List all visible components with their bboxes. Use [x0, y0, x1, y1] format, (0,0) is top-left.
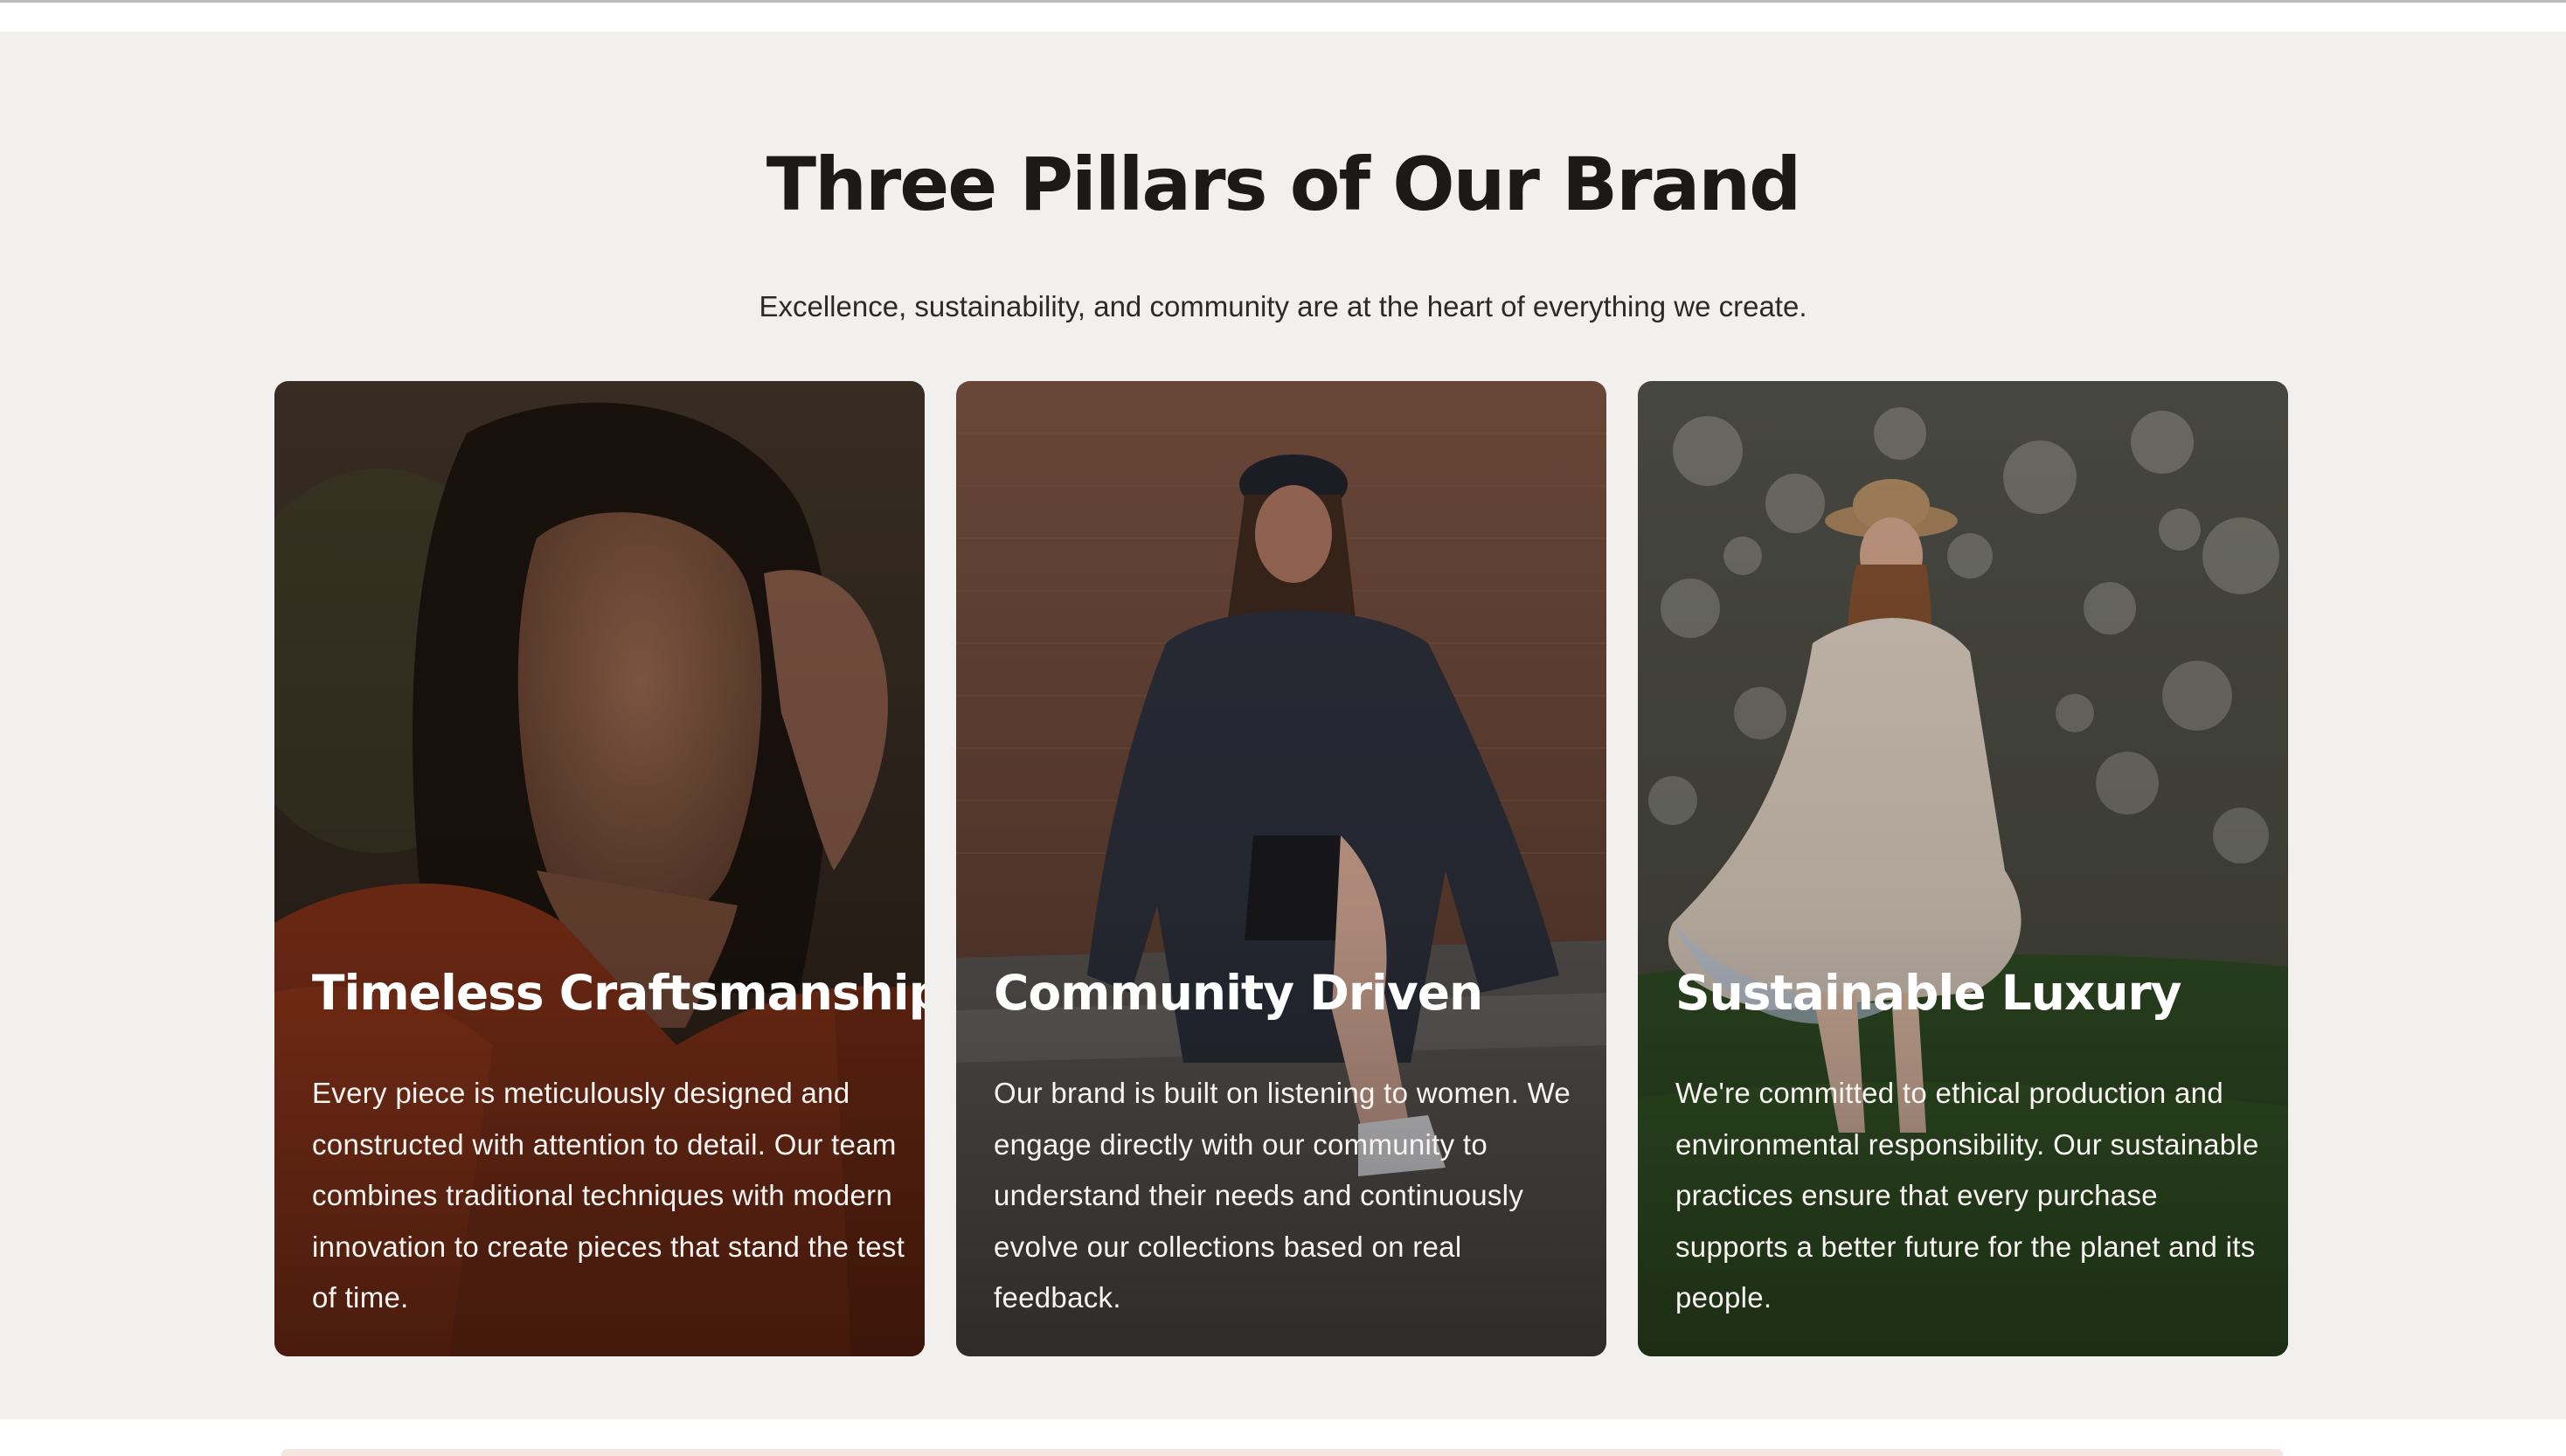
pillar-cards: Timeless Craftsmanship Every piece is me…	[274, 381, 2288, 1356]
pillar-card-craftsmanship[interactable]: Timeless Craftsmanship Every piece is me…	[274, 381, 925, 1356]
pillar-card-sustainability[interactable]: Sustainable Luxury We're committed to et…	[1638, 381, 2288, 1356]
card-title: Timeless Craftsmanship	[312, 965, 925, 1021]
card-description: Every piece is meticulously designed and…	[312, 1077, 905, 1314]
section-title: Three Pillars of Our Brand	[766, 142, 1801, 227]
card-description: We're committed to ethical production an…	[1675, 1077, 2259, 1314]
top-divider	[0, 0, 2566, 31]
brand-pillars-section: Three Pillars of Our Brand Excellence, s…	[0, 31, 2566, 1419]
next-section-edge	[0, 1419, 2566, 1456]
pillar-card-community[interactable]: Community Driven Our brand is built on l…	[956, 381, 1606, 1356]
section-subtitle: Excellence, sustainability, and communit…	[759, 290, 1807, 322]
card-title: Community Driven	[994, 965, 1483, 1021]
card-title: Sustainable Luxury	[1675, 965, 2182, 1021]
card-description: Our brand is built on listening to women…	[994, 1077, 1571, 1314]
